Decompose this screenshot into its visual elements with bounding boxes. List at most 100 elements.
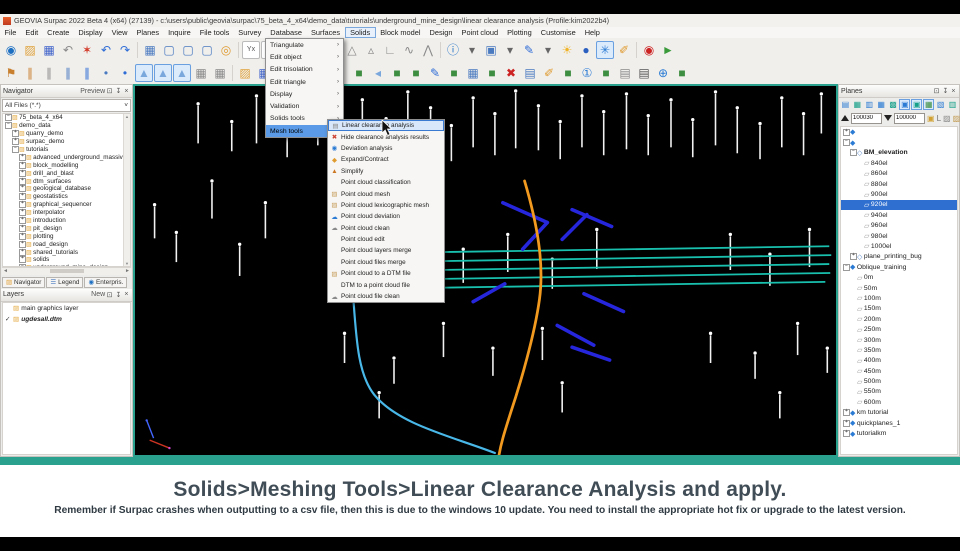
solid-cube-icon[interactable]: ■ <box>483 64 501 82</box>
graphics-viewport[interactable] <box>133 84 838 458</box>
close-icon[interactable]: × <box>950 88 957 95</box>
solid-pencil-icon[interactable]: ✎ <box>426 64 444 82</box>
tree-item-underground-mine-design[interactable]: −▨underground_mine_design <box>3 264 123 266</box>
expand-icon[interactable]: + <box>850 253 857 261</box>
layer-row-main-graphics-layer[interactable]: ▨ main graphics layer <box>3 303 130 314</box>
hatch-icon[interactable]: ▦ <box>192 64 210 82</box>
menu-surfaces[interactable]: Surfaces <box>306 27 344 38</box>
tree-item-stack[interactable]: − ◆ <box>841 137 957 147</box>
solid-back-icon[interactable]: ◂ <box>369 64 387 82</box>
tree-item-150m[interactable]: ▱ 150m <box>841 304 957 314</box>
plane-lower-input[interactable] <box>894 112 925 124</box>
menu-planes[interactable]: Planes <box>132 27 164 38</box>
expand-icon[interactable]: + <box>19 153 26 161</box>
menu-design[interactable]: Design <box>425 27 457 38</box>
expand-icon[interactable]: + <box>19 161 26 169</box>
save-icon[interactable]: ▦ <box>40 41 58 59</box>
expand-icon[interactable]: + <box>19 224 26 232</box>
hatch-dense-icon[interactable]: ▦ <box>211 64 229 82</box>
wand-icon[interactable]: ✐ <box>615 41 633 59</box>
tree-item-quarry-demo[interactable]: + ▨ quarry_demo <box>3 130 123 138</box>
tree-item-50m[interactable]: ▱ 50m <box>841 283 957 293</box>
menu-solids[interactable]: Solids <box>344 27 376 38</box>
tree-item-km-tutorial[interactable]: + ◆ km tutorial <box>841 408 957 418</box>
printer-icon[interactable]: ▤ <box>635 64 653 82</box>
zigzag-icon[interactable]: ∿ <box>400 41 418 59</box>
mesh-menu-point-cloud-lexicographic-mesh[interactable]: ▨ Point cloud lexicographic mesh <box>328 200 444 211</box>
mesh-menu-point-cloud-deviation[interactable]: ☁ Point cloud deviation <box>328 211 444 222</box>
expand-icon[interactable]: + <box>843 128 850 136</box>
menu-database[interactable]: Database <box>266 27 307 38</box>
plane-mix-icon[interactable]: ▩ <box>888 99 899 110</box>
mesh-menu-deviation-analysis[interactable]: ◉ Deviation analysis <box>328 143 444 154</box>
point-edit-icon[interactable]: • <box>116 64 134 82</box>
tree-item-450m[interactable]: ▱ 450m <box>841 366 957 376</box>
plane-list-icon[interactable]: ▥ <box>947 99 958 110</box>
menu-file-tools[interactable]: File tools <box>195 27 234 38</box>
tree-item-oblique-training[interactable]: − ◆ Oblique_training <box>841 262 957 272</box>
expand-icon[interactable]: + <box>843 409 850 417</box>
mesh-menu-point-cloud-file-clean[interactable]: ☁ Point cloud file clean <box>328 291 444 302</box>
menu-create[interactable]: Create <box>43 27 74 38</box>
tree-item-200m[interactable]: ▱ 200m <box>841 314 957 324</box>
pillar-grey-icon[interactable]: ∥ <box>40 64 58 82</box>
lock-icon[interactable]: ▣ <box>927 114 935 123</box>
pin-icon[interactable]: ↧ <box>114 291 123 299</box>
redo-icon[interactable]: ↷ <box>116 41 134 59</box>
menu-help[interactable]: Help <box>580 27 604 38</box>
caret-icon[interactable]: ▾ <box>501 41 519 59</box>
solid-cube-icon[interactable]: ■ <box>445 64 463 82</box>
solid-cube-icon[interactable]: ■ <box>559 64 577 82</box>
close-icon[interactable]: × <box>123 88 130 95</box>
tree-item-960el[interactable]: ▱ 960el <box>841 221 957 231</box>
menu-edit[interactable]: Edit <box>21 27 43 38</box>
ellipse-icon[interactable]: ⊕ <box>654 64 672 82</box>
axis-yx-button[interactable]: Yx <box>242 40 260 59</box>
menu-inquire[interactable]: Inquire <box>164 27 196 38</box>
select-triangle-icon[interactable]: ▲ <box>135 63 153 82</box>
tree-item-0m[interactable]: ▱ 0m <box>841 272 957 282</box>
mesh-menu-point-cloud-layers-merge[interactable]: Point cloud layers merge <box>328 245 444 256</box>
solids-menu-edit-object[interactable]: Edit object › <box>266 51 343 63</box>
navigator-hscrollbar[interactable]: ◄ ► <box>2 266 131 275</box>
scroll-right-icon[interactable]: ► <box>125 268 130 274</box>
layer-row-ugdesall-dtm[interactable]: ✓ ▨ ugdesall.dtm <box>3 314 130 325</box>
tree-item-840el[interactable]: ▱ 840el <box>841 158 957 168</box>
solid-flag-icon[interactable]: ■ <box>388 64 406 82</box>
pin-icon[interactable]: ↧ <box>114 87 123 95</box>
digitise-icon[interactable]: ∟ <box>381 41 399 59</box>
monitor-icon[interactable]: ▢ <box>160 41 178 59</box>
copy-icon[interactable]: ▤ <box>616 64 634 82</box>
select-triangle-edit-icon[interactable]: ▲ <box>154 63 172 82</box>
reset-view-icon[interactable]: ✶ <box>78 41 96 59</box>
mesh-menu-point-cloud-mesh[interactable]: ▨ Point cloud mesh <box>328 188 444 199</box>
pillar-orange-icon[interactable]: ∥ <box>21 64 39 82</box>
plane-cols-icon[interactable]: ▦ <box>876 99 887 110</box>
expand-icon[interactable]: + <box>843 430 850 438</box>
tree-item-bm-elevation[interactable]: − ◇ BM_elevation <box>841 148 957 158</box>
mesh-menu-dtm-to-a-point-cloud-file[interactable]: DTM to a point cloud file <box>328 279 444 290</box>
pencil-icon[interactable]: ✎ <box>520 41 538 59</box>
info-icon[interactable]: ⓘ <box>444 41 462 59</box>
monitor-settings-icon[interactable]: ▢ <box>198 41 216 59</box>
collapse-icon[interactable]: − <box>12 146 19 153</box>
tree-item-350m[interactable]: ▱ 350m <box>841 345 957 355</box>
solid-x-icon[interactable]: ✖ <box>502 64 520 82</box>
tree-item-600m[interactable]: ▱ 600m <box>841 397 957 407</box>
mesh-menu-simplify[interactable]: ▲ Simplify <box>328 166 444 177</box>
expand-icon[interactable]: + <box>19 232 26 240</box>
grid-icon[interactable]: ▦ <box>141 41 159 59</box>
mesh-menu-point-cloud-clean[interactable]: ☁ Point cloud clean <box>328 223 444 234</box>
solid-table-icon[interactable]: ▤ <box>521 64 539 82</box>
plane-view-icon[interactable]: ▤ <box>840 99 851 110</box>
undo-icon[interactable]: ↶ <box>97 41 115 59</box>
tree-item-stack[interactable]: + ◆ <box>841 127 957 137</box>
caret-icon[interactable]: ▾ <box>463 41 481 59</box>
open-folder-icon[interactable]: ▨ <box>21 41 39 59</box>
solid-grid-icon[interactable]: ▦ <box>464 64 482 82</box>
plane-upper-input[interactable] <box>851 112 882 124</box>
expand-icon[interactable]: + <box>843 419 850 427</box>
tree-item-75-beta-4-x64[interactable]: − ▨ 75_beta_4_x64 <box>3 114 123 122</box>
solids-menu-triangulate[interactable]: Triangulate › <box>266 39 343 51</box>
mesh-menu-expand-contract[interactable]: ◆ Expand/Contract <box>328 154 444 165</box>
